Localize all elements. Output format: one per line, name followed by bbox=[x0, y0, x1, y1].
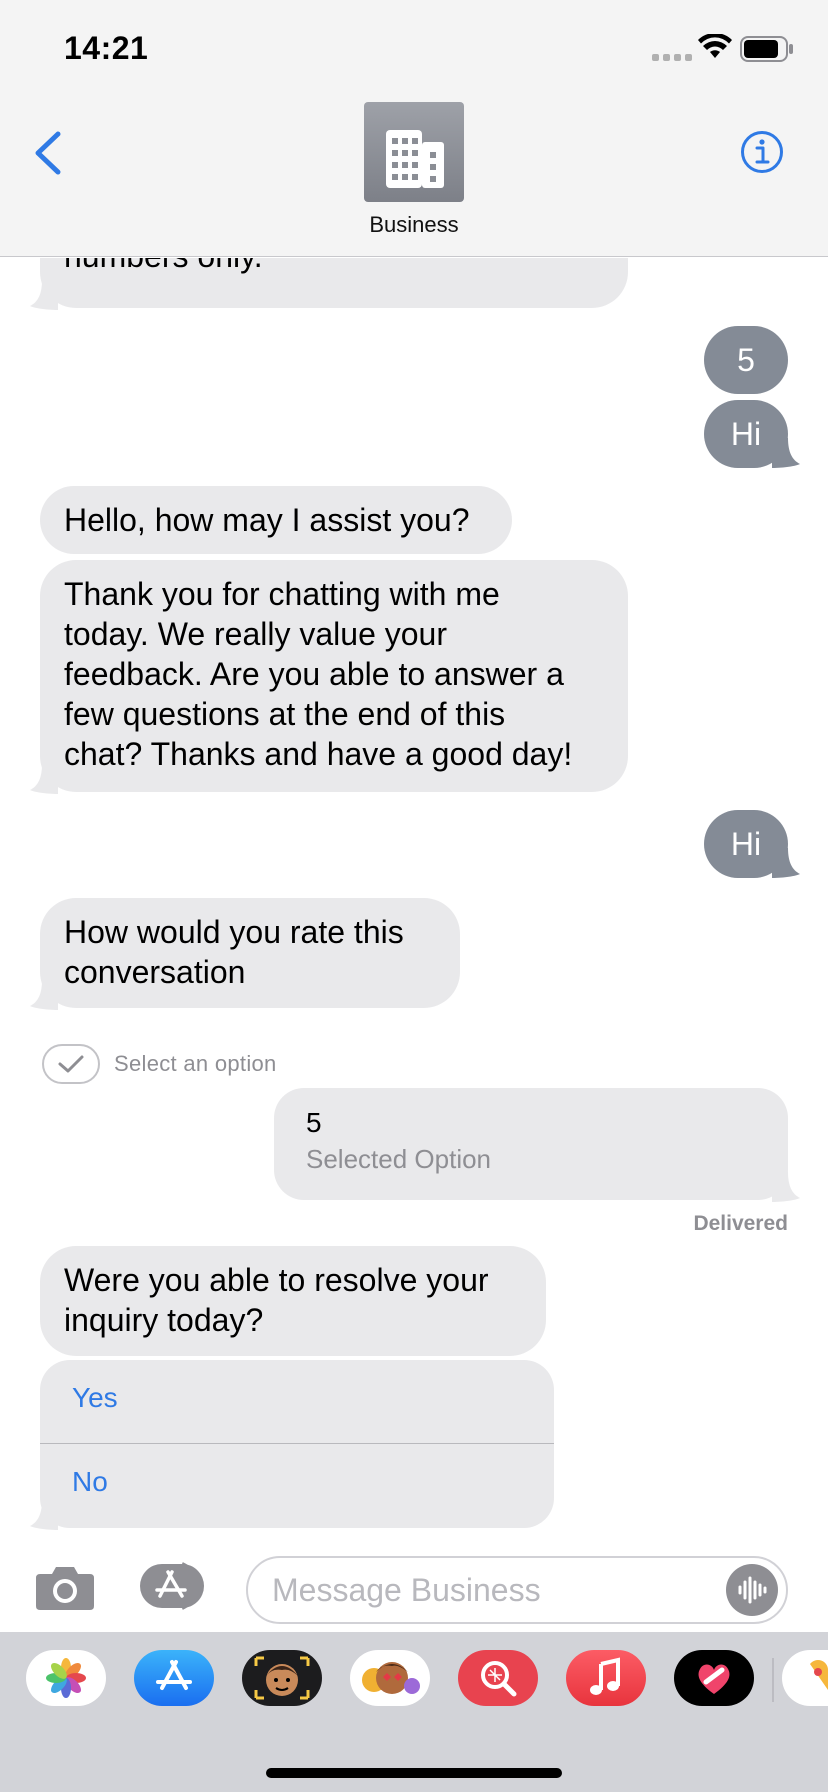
message-line: conversation bbox=[64, 954, 246, 990]
app-drawer bbox=[0, 1632, 828, 1792]
app-store-icon[interactable] bbox=[134, 1650, 214, 1706]
bubble-tail bbox=[772, 1172, 800, 1202]
app-store-button[interactable] bbox=[138, 1560, 214, 1612]
incoming-message[interactable]: numbers only. bbox=[40, 258, 628, 308]
business-avatar[interactable] bbox=[364, 102, 464, 202]
drawer-separator bbox=[772, 1658, 774, 1702]
selected-value: 5 bbox=[306, 1107, 322, 1138]
message-line: How would you rate this bbox=[64, 914, 404, 950]
incoming-message[interactable]: How would you rate this conversation bbox=[40, 898, 460, 1008]
message-line: chat? Thanks and have a good day! bbox=[64, 736, 573, 772]
building-icon bbox=[386, 130, 444, 188]
message-text: numbers only. bbox=[64, 258, 263, 276]
status-time: 14:21 bbox=[64, 30, 149, 66]
selected-caption: Selected Option bbox=[306, 1144, 492, 1174]
list-divider bbox=[40, 1443, 554, 1444]
wifi-icon bbox=[698, 34, 732, 58]
back-chevron-icon[interactable] bbox=[30, 128, 66, 178]
message-line: few questions at the end of this bbox=[64, 696, 506, 732]
message-input[interactable] bbox=[272, 1570, 692, 1610]
message-line: inquiry today? bbox=[64, 1302, 264, 1338]
option-yes[interactable]: Yes bbox=[72, 1382, 118, 1414]
bubble-tail bbox=[30, 280, 58, 310]
message-input-wrapper bbox=[246, 1556, 788, 1624]
list-picker: Yes No bbox=[40, 1360, 554, 1528]
maps-icon[interactable] bbox=[782, 1650, 828, 1706]
selected-option-message[interactable]: 5 Selected Option bbox=[274, 1088, 788, 1200]
compose-bar bbox=[0, 1550, 828, 1632]
status-bar: 14:21 bbox=[0, 0, 828, 100]
incoming-message[interactable]: Were you able to resolve your inquiry to… bbox=[40, 1246, 546, 1356]
message-line: today. We really value your bbox=[64, 616, 447, 652]
select-option-row[interactable]: Select an option bbox=[42, 1044, 277, 1084]
home-indicator[interactable] bbox=[266, 1768, 562, 1778]
photos-icon[interactable] bbox=[26, 1650, 106, 1706]
select-option-label[interactable]: Select an option bbox=[114, 1051, 277, 1077]
info-icon[interactable] bbox=[740, 130, 784, 174]
camera-icon[interactable] bbox=[34, 1562, 96, 1612]
message-text: 5 bbox=[737, 342, 755, 378]
bubble-tail bbox=[30, 1500, 58, 1530]
audio-message-icon[interactable] bbox=[726, 1564, 778, 1616]
message-text: Hi bbox=[730, 826, 762, 862]
conversation-header: Business bbox=[0, 100, 828, 257]
incoming-message[interactable]: Hello, how may I assist you? bbox=[40, 486, 512, 554]
cellular-signal-icon bbox=[652, 54, 692, 61]
outgoing-message[interactable]: 5 bbox=[704, 326, 788, 394]
bubble-tail bbox=[772, 848, 800, 878]
bubble-tail bbox=[30, 764, 58, 794]
bubble-tail bbox=[772, 438, 800, 468]
message-line: Thank you for chatting with me bbox=[64, 576, 500, 612]
bubble-tail bbox=[30, 980, 58, 1010]
checkmark-icon[interactable] bbox=[42, 1044, 100, 1084]
battery-icon bbox=[740, 36, 793, 62]
music-icon[interactable] bbox=[566, 1650, 646, 1706]
message-list[interactable]: numbers only. 5 Hi Hello, how may I assi… bbox=[0, 258, 828, 1550]
message-text: Hi bbox=[730, 416, 762, 452]
memoji-icon[interactable] bbox=[242, 1650, 322, 1706]
contact-name[interactable]: Business bbox=[0, 212, 828, 238]
image-search-icon[interactable] bbox=[458, 1650, 538, 1706]
digital-touch-icon[interactable] bbox=[674, 1650, 754, 1706]
message-text: Hello, how may I assist you? bbox=[64, 502, 470, 538]
incoming-message[interactable]: Thank you for chatting with me today. We… bbox=[40, 560, 628, 792]
delivered-status: Delivered bbox=[693, 1212, 788, 1235]
message-line: Were you able to resolve your bbox=[64, 1262, 489, 1298]
message-line: feedback. Are you able to answer a bbox=[64, 656, 564, 692]
animoji-icon[interactable] bbox=[350, 1650, 430, 1706]
option-no[interactable]: No bbox=[72, 1466, 108, 1498]
